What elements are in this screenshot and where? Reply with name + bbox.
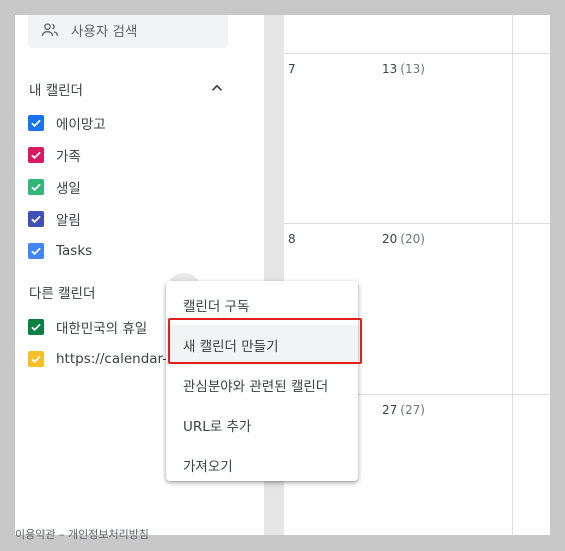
menu-item-browse-interesting[interactable]: 관심분야와 관련된 캘린더 bbox=[166, 365, 358, 405]
checkbox-checked-icon[interactable] bbox=[28, 243, 44, 259]
day-number[interactable]: 27 bbox=[382, 403, 397, 417]
lunar-day: (27) bbox=[400, 403, 425, 417]
day-cell-label[interactable]: 20 (20) bbox=[382, 232, 425, 246]
checkbox-checked-icon[interactable] bbox=[28, 211, 44, 227]
other-calendar-item-2[interactable]: https://calendar-ic bbox=[28, 348, 166, 370]
checkbox-checked-icon[interactable] bbox=[28, 319, 44, 335]
app-frame: 사용자 검색 내 캘린더 에이망고 가족 생일 알림 Tasks 다른 캘린더 … bbox=[15, 15, 550, 535]
calendar-item-2[interactable]: 가족 bbox=[28, 144, 81, 166]
lunar-day: (20) bbox=[400, 232, 425, 246]
day-number[interactable]: 13 bbox=[382, 62, 397, 76]
my-calendars-header[interactable]: 내 캘린더 bbox=[29, 79, 83, 99]
day-cell-label[interactable]: 13 (13) bbox=[382, 62, 425, 76]
chevron-up-icon[interactable] bbox=[208, 79, 226, 97]
calendar-item-label: 에이망고 bbox=[56, 117, 106, 133]
calendar-item-label: Tasks bbox=[56, 243, 93, 259]
calendar-item-label: https://calendar-ic bbox=[56, 351, 166, 367]
calendar-item-label: 가족 bbox=[56, 149, 81, 165]
footer-links[interactable]: 이용약관 – 개인정보처리방침 bbox=[15, 526, 149, 542]
checkbox-checked-icon[interactable] bbox=[28, 351, 44, 367]
day-number[interactable]: 8 bbox=[288, 232, 296, 246]
menu-item-import[interactable]: 가져오기 bbox=[166, 445, 358, 485]
grid-divider bbox=[284, 223, 550, 224]
add-calendar-menu: 캘린더 구독 새 캘린더 만들기 관심분야와 관련된 캘린더 URL로 추가 가… bbox=[166, 281, 358, 481]
checkbox-checked-icon[interactable] bbox=[28, 115, 44, 131]
menu-item-subscribe[interactable]: 캘린더 구독 bbox=[166, 285, 358, 325]
calendar-item-label: 생일 bbox=[56, 181, 81, 197]
search-people-input[interactable]: 사용자 검색 bbox=[28, 15, 228, 48]
checkbox-checked-icon[interactable] bbox=[28, 147, 44, 163]
calendar-item-1[interactable]: 에이망고 bbox=[28, 112, 106, 134]
calendar-item-5[interactable]: Tasks bbox=[28, 240, 92, 262]
day-number[interactable]: 20 bbox=[382, 232, 397, 246]
other-calendar-item-1[interactable]: 대한민국의 휴일 bbox=[28, 316, 147, 338]
grid-divider bbox=[284, 53, 550, 54]
checkbox-checked-icon[interactable] bbox=[28, 179, 44, 195]
lunar-day: (13) bbox=[400, 62, 425, 76]
search-people-label: 사용자 검색 bbox=[71, 23, 138, 40]
menu-item-from-url[interactable]: URL로 추가 bbox=[166, 405, 358, 445]
people-icon bbox=[41, 22, 59, 36]
calendar-item-4[interactable]: 알림 bbox=[28, 208, 81, 230]
day-number[interactable]: 7 bbox=[288, 62, 296, 76]
grid-divider bbox=[512, 15, 513, 535]
other-calendars-header[interactable]: 다른 캘린더 bbox=[29, 282, 95, 302]
calendar-item-3[interactable]: 생일 bbox=[28, 176, 81, 198]
calendar-item-label: 대한민국의 휴일 bbox=[56, 321, 148, 337]
day-cell-label[interactable]: 27 (27) bbox=[382, 403, 425, 417]
calendar-item-label: 알림 bbox=[56, 213, 81, 229]
menu-item-create-new-calendar[interactable]: 새 캘린더 만들기 bbox=[166, 325, 358, 365]
